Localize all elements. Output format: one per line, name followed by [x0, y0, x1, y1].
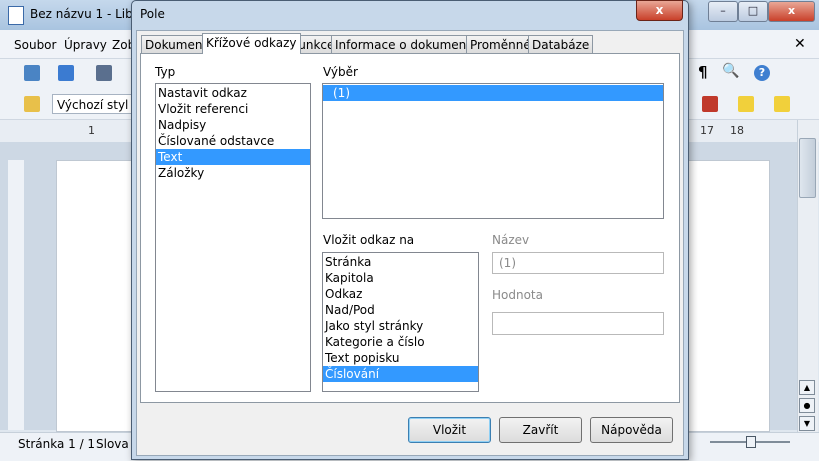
name-label: Název	[492, 233, 530, 247]
menu-soubor[interactable]: Soubor	[14, 38, 56, 52]
save-icon[interactable]	[96, 65, 112, 81]
type-item-set-reference[interactable]: Nastavit odkaz	[156, 85, 310, 101]
window-close-button[interactable]: x	[768, 1, 815, 22]
previous-page-icon[interactable]: ▲	[799, 380, 815, 395]
ruler-number: 1	[88, 124, 95, 137]
type-item-text[interactable]: Text	[156, 149, 310, 165]
vertical-ruler	[8, 160, 24, 430]
formatting-marks-icon[interactable]: ¶	[698, 63, 708, 81]
value-field[interactable]	[492, 312, 664, 335]
window-controls: – □ x	[708, 1, 816, 22]
selection-listbox[interactable]: (1)	[322, 83, 664, 219]
type-listbox[interactable]: Nastavit odkaz Vložit referenci Nadpisy …	[155, 83, 311, 392]
background-color-icon[interactable]	[774, 96, 790, 112]
ref-item-page[interactable]: Stránka	[323, 254, 478, 270]
insert-reference-label: Vložit odkaz na	[323, 233, 415, 247]
insert-button[interactable]: Vložit	[408, 417, 491, 443]
insert-reference-listbox[interactable]: Stránka Kapitola Odkaz Nad/Pod Jako styl…	[322, 252, 479, 392]
paragraph-style-select[interactable]: Výchozí styl	[52, 94, 134, 114]
dialog-close-button[interactable]: x	[636, 0, 683, 21]
close-document-icon[interactable]: ✕	[794, 36, 806, 52]
tab-krizove-odkazy[interactable]: Křížové odkazy	[202, 33, 301, 54]
name-field[interactable]: (1)	[492, 252, 664, 274]
open-folder-icon[interactable]	[58, 65, 74, 81]
maximize-button[interactable]: □	[738, 1, 768, 22]
value-label: Hodnota	[492, 288, 543, 302]
next-page-icon[interactable]: ▼	[799, 416, 815, 431]
ref-item-caption-text[interactable]: Text popisku	[323, 350, 478, 366]
ref-item-category-number[interactable]: Kategorie a číslo	[323, 334, 478, 350]
type-item-bookmarks[interactable]: Záložky	[156, 165, 310, 181]
selection-label: Výběr	[323, 65, 358, 79]
ref-item-above-below[interactable]: Nad/Pod	[323, 302, 478, 318]
scrollbar-thumb[interactable]	[799, 138, 816, 198]
ref-item-numbering[interactable]: Číslování	[323, 366, 478, 382]
selection-item[interactable]: (1)	[323, 85, 663, 101]
minimize-button[interactable]: –	[708, 1, 738, 22]
tab-promenne[interactable]: Proměnné	[466, 35, 535, 53]
type-item-headings[interactable]: Nadpisy	[156, 117, 310, 133]
tab-dokument[interactable]: Dokument	[141, 35, 212, 53]
background-window-title: Bez názvu 1 - Libre	[30, 7, 145, 21]
tab-informace-o-dokumentu[interactable]: Informace o dokumentu	[331, 35, 483, 53]
zoom-slider-thumb[interactable]	[746, 436, 756, 448]
font-color-icon[interactable]	[702, 96, 718, 112]
close-button[interactable]: Zavřít	[499, 417, 582, 443]
help-button[interactable]: Nápověda	[590, 417, 673, 443]
tab-databaze[interactable]: Databáze	[528, 35, 594, 53]
ref-item-as-page-style[interactable]: Jako styl stránky	[323, 318, 478, 334]
page-count: Stránka 1 / 1	[18, 437, 96, 451]
help-icon[interactable]: ?	[754, 65, 770, 81]
ruler-number: 18	[730, 124, 744, 137]
writer-document-icon	[8, 6, 24, 25]
highlighting-icon[interactable]	[738, 96, 754, 112]
type-label: Typ	[155, 65, 176, 79]
ref-item-chapter[interactable]: Kapitola	[323, 270, 478, 286]
menu-upravy[interactable]: Úpravy	[64, 38, 107, 52]
type-item-insert-reference[interactable]: Vložit referenci	[156, 101, 310, 117]
new-document-icon[interactable]	[24, 65, 40, 81]
zoom-icon[interactable]: 🔍	[722, 63, 739, 79]
styles-icon[interactable]	[24, 96, 40, 112]
dialog-title: Pole	[140, 7, 165, 21]
ref-item-reference[interactable]: Odkaz	[323, 286, 478, 302]
navigator-icon[interactable]: ●	[799, 398, 815, 413]
ruler-number: 17	[700, 124, 714, 137]
type-item-numbered-paragraphs[interactable]: Číslované odstavce	[156, 133, 310, 149]
